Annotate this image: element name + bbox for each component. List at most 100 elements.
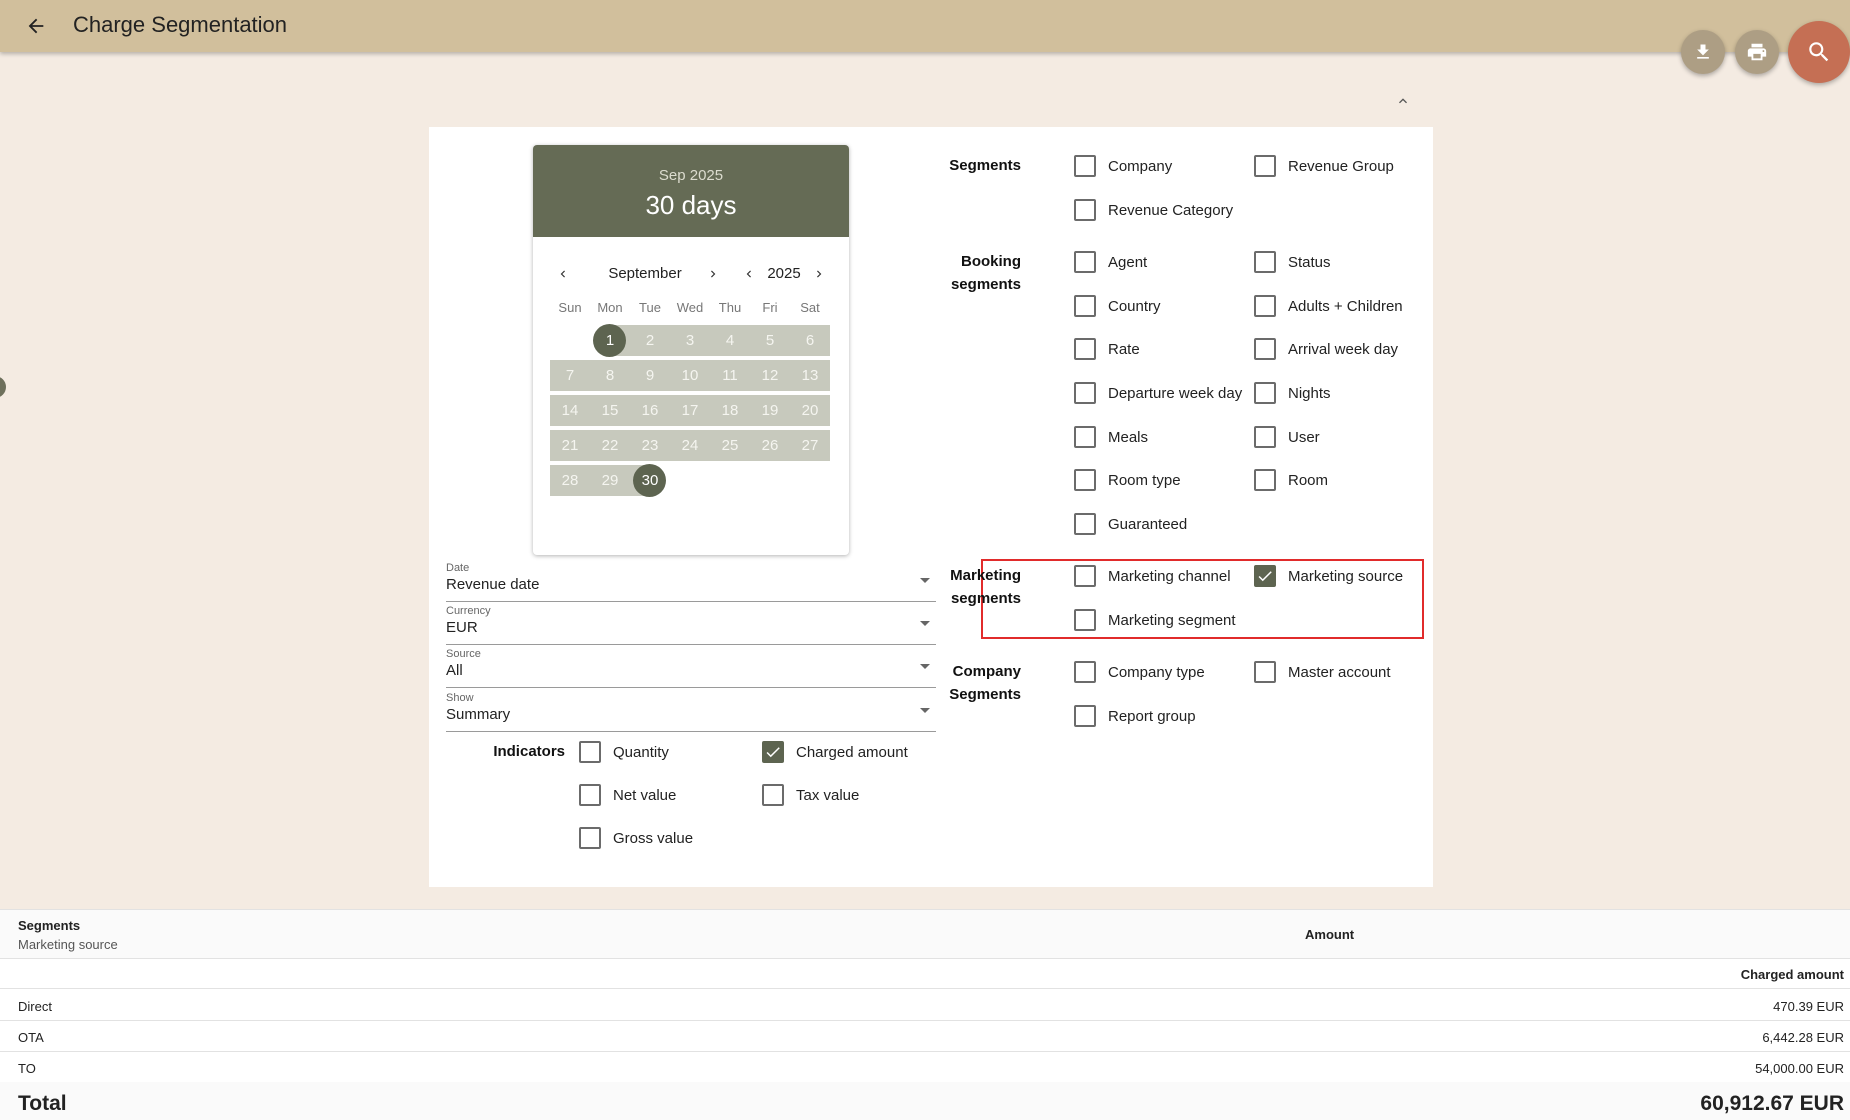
booking-segment-meals[interactable]: Meals (1074, 425, 1148, 449)
booking-segment-departure-week-day[interactable]: Departure week day (1074, 381, 1242, 405)
segment-revenue-group[interactable]: Revenue Group (1254, 154, 1394, 178)
booking-segment-nights[interactable]: Nights (1254, 381, 1331, 405)
indicator-tax-value[interactable]: Tax value (762, 783, 859, 807)
calendar-day[interactable]: 15 (590, 395, 630, 426)
booking-segment-arrival-week-day[interactable]: Arrival week day (1254, 337, 1398, 361)
next-year-button[interactable] (809, 263, 829, 285)
checkbox[interactable] (579, 827, 601, 849)
checkbox[interactable] (1254, 382, 1276, 404)
calendar-day[interactable]: 3 (670, 325, 710, 356)
segment-revenue-category[interactable]: Revenue Category (1074, 198, 1233, 222)
marketing-segment-channel[interactable]: Marketing channel (1074, 564, 1231, 588)
currency-select[interactable]: Currency EUR (446, 605, 936, 645)
calendar-day[interactable]: 12 (750, 360, 790, 391)
print-button[interactable] (1735, 30, 1779, 74)
checkbox[interactable] (1254, 426, 1276, 448)
marketing-segment-source[interactable]: Marketing source (1254, 564, 1403, 588)
calendar-day[interactable]: 21 (550, 430, 590, 461)
booking-segment-adults-children[interactable]: Adults + Children (1254, 294, 1403, 318)
calendar-day[interactable]: 8 (590, 360, 630, 391)
calendar-day[interactable]: 10 (670, 360, 710, 391)
calendar-day[interactable]: 26 (750, 430, 790, 461)
indicator-quantity[interactable]: Quantity (579, 740, 669, 764)
checkbox[interactable] (1254, 565, 1276, 587)
checkbox[interactable] (1254, 469, 1276, 491)
indicator-charged-amount[interactable]: Charged amount (762, 740, 908, 764)
calendar-day[interactable]: 18 (710, 395, 750, 426)
checkbox[interactable] (1074, 661, 1096, 683)
booking-segment-country[interactable]: Country (1074, 294, 1161, 318)
segment-company[interactable]: Company (1074, 154, 1172, 178)
checkbox[interactable] (1074, 513, 1096, 535)
calendar-day[interactable]: 1 (590, 324, 630, 357)
checkbox[interactable] (1074, 155, 1096, 177)
checkbox[interactable] (1254, 155, 1276, 177)
calendar-day[interactable]: 11 (710, 360, 750, 391)
checkbox[interactable] (1074, 705, 1096, 727)
calendar-day[interactable]: 17 (670, 395, 710, 426)
calendar-day[interactable]: 19 (750, 395, 790, 426)
checkbox[interactable] (1074, 426, 1096, 448)
search-button[interactable] (1788, 21, 1850, 83)
checkbox[interactable] (762, 741, 784, 763)
source-select[interactable]: Source All (446, 648, 936, 688)
checkbox[interactable] (1074, 199, 1096, 221)
checkbox[interactable] (579, 784, 601, 806)
calendar-day[interactable]: 25 (710, 430, 750, 461)
checkbox[interactable] (1074, 251, 1096, 273)
calendar-day[interactable]: 20 (790, 395, 830, 426)
calendar-day[interactable]: 7 (550, 360, 590, 391)
calendar-day[interactable]: 24 (670, 430, 710, 461)
checkbox[interactable] (1074, 338, 1096, 360)
booking-segment-status[interactable]: Status (1254, 250, 1331, 274)
checkbox[interactable] (762, 784, 784, 806)
date-select[interactable]: Date Revenue date (446, 562, 936, 602)
checkbox[interactable] (1254, 295, 1276, 317)
calendar-day[interactable]: 16 (630, 395, 670, 426)
checkbox[interactable] (1074, 565, 1096, 587)
booking-segment-user[interactable]: User (1254, 425, 1320, 449)
company-segment-type[interactable]: Company type (1074, 660, 1205, 684)
back-button[interactable] (20, 10, 52, 42)
calendar-day[interactable]: 28 (550, 465, 590, 496)
calendar-day[interactable]: 29 (590, 465, 630, 496)
side-drawer-handle[interactable] (0, 376, 6, 398)
calendar-day[interactable]: 5 (750, 325, 790, 356)
checkbox[interactable] (579, 741, 601, 763)
calendar-day[interactable]: 22 (590, 430, 630, 461)
next-month-button[interactable] (703, 263, 723, 285)
calendar-day[interactable]: 13 (790, 360, 830, 391)
checkbox[interactable] (1074, 382, 1096, 404)
checkbox[interactable] (1254, 338, 1276, 360)
calendar-day[interactable]: 14 (550, 395, 590, 426)
indicator-gross-value[interactable]: Gross value (579, 826, 693, 850)
calendar-year-label[interactable]: 2025 (759, 265, 809, 282)
booking-segment-room-type[interactable]: Room type (1074, 468, 1181, 492)
calendar-month-label[interactable]: September (595, 265, 695, 282)
booking-segment-agent[interactable]: Agent (1074, 250, 1147, 274)
calendar-day[interactable]: 2 (630, 325, 670, 356)
prev-year-button[interactable] (739, 263, 759, 285)
marketing-segment-segment[interactable]: Marketing segment (1074, 608, 1236, 632)
collapse-filters-button[interactable] (1392, 90, 1414, 112)
booking-segment-room[interactable]: Room (1254, 468, 1328, 492)
calendar-day[interactable]: 9 (630, 360, 670, 391)
checkbox[interactable] (1074, 469, 1096, 491)
calendar-day[interactable]: 30 (630, 464, 670, 497)
calendar-day[interactable]: 23 (630, 430, 670, 461)
checkbox[interactable] (1254, 251, 1276, 273)
calendar-day[interactable]: 4 (710, 325, 750, 356)
download-button[interactable] (1681, 30, 1725, 74)
booking-segment-rate[interactable]: Rate (1074, 337, 1140, 361)
calendar-day[interactable]: 6 (790, 325, 830, 356)
booking-segment-guaranteed[interactable]: Guaranteed (1074, 512, 1187, 536)
checkbox[interactable] (1254, 661, 1276, 683)
company-segment-report-group[interactable]: Report group (1074, 704, 1196, 728)
calendar-day[interactable]: 27 (790, 430, 830, 461)
checkbox[interactable] (1074, 609, 1096, 631)
show-select[interactable]: Show Summary (446, 692, 936, 732)
company-segment-master-account[interactable]: Master account (1254, 660, 1391, 684)
indicator-net-value[interactable]: Net value (579, 783, 676, 807)
prev-month-button[interactable] (553, 263, 573, 285)
checkbox[interactable] (1074, 295, 1096, 317)
